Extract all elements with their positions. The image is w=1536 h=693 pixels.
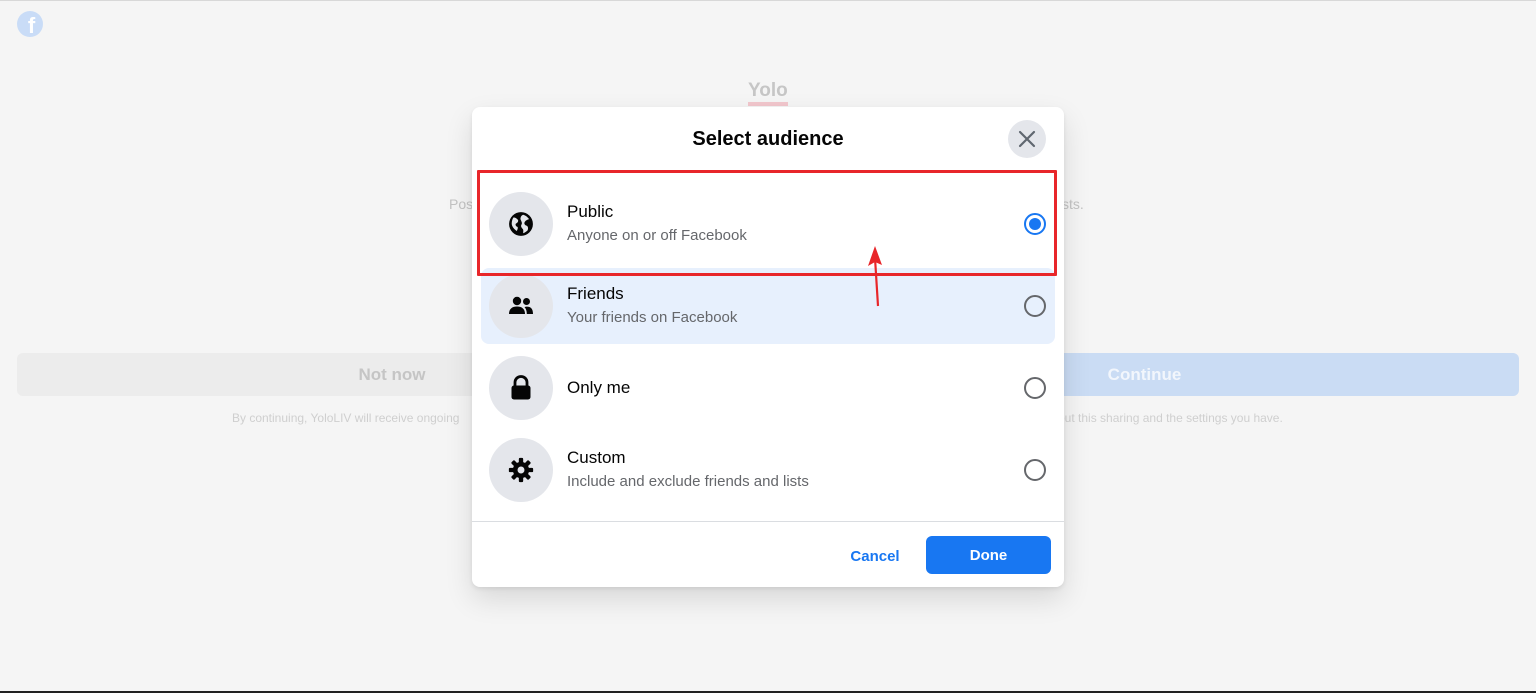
app-name: Yolo	[748, 80, 788, 106]
background-description-right: sts.	[1062, 196, 1084, 212]
option-title: Custom	[567, 448, 626, 467]
facebook-logo-icon: f	[17, 11, 43, 37]
public-radio[interactable]	[1024, 213, 1046, 235]
lock-icon	[511, 375, 531, 400]
globe-icon	[509, 212, 533, 236]
cancel-button[interactable]: Cancel	[832, 537, 918, 575]
audience-option-only-me[interactable]: Only me	[481, 350, 1055, 426]
facebook-logo-letter: f	[27, 13, 36, 37]
option-title: Only me	[567, 378, 631, 397]
close-button[interactable]	[1008, 120, 1046, 158]
background-description-left: Pos	[449, 196, 474, 212]
audience-option-public[interactable]: Public Anyone on or off Facebook	[481, 186, 1055, 262]
option-title: Public	[567, 202, 614, 221]
audience-option-custom[interactable]: Custom Include and exclude friends and l…	[481, 432, 1055, 508]
gear-icon-container	[489, 438, 553, 502]
background-footer-right: out this sharing and the settings you ha…	[1058, 411, 1283, 425]
option-text: Friends Your friends on Facebook	[567, 283, 1024, 329]
select-audience-dialog: Select audience Public Anyone on or off …	[472, 107, 1064, 587]
friends-icon-container	[489, 274, 553, 338]
dialog-divider	[472, 521, 1064, 522]
gear-icon	[508, 457, 534, 483]
friends-icon	[509, 296, 533, 314]
background-footer-left: By continuing, YoloLIV will receive ongo…	[232, 411, 460, 425]
close-icon	[1018, 130, 1036, 148]
option-subtitle: Your friends on Facebook	[567, 309, 738, 326]
audience-option-friends[interactable]: Friends Your friends on Facebook	[481, 268, 1055, 344]
dialog-header: Select audience	[472, 107, 1064, 171]
option-title: Friends	[567, 284, 624, 303]
option-subtitle: Include and exclude friends and lists	[567, 473, 809, 490]
only-me-radio[interactable]	[1024, 377, 1046, 399]
done-button[interactable]: Done	[926, 536, 1051, 574]
option-text: Public Anyone on or off Facebook	[567, 201, 1024, 247]
option-subtitle: Anyone on or off Facebook	[567, 227, 747, 244]
option-text: Only me	[567, 377, 1024, 399]
lock-icon-container	[489, 356, 553, 420]
custom-radio[interactable]	[1024, 459, 1046, 481]
option-text: Custom Include and exclude friends and l…	[567, 447, 1024, 493]
globe-icon-container	[489, 192, 553, 256]
friends-radio[interactable]	[1024, 295, 1046, 317]
dialog-title: Select audience	[692, 127, 844, 150]
